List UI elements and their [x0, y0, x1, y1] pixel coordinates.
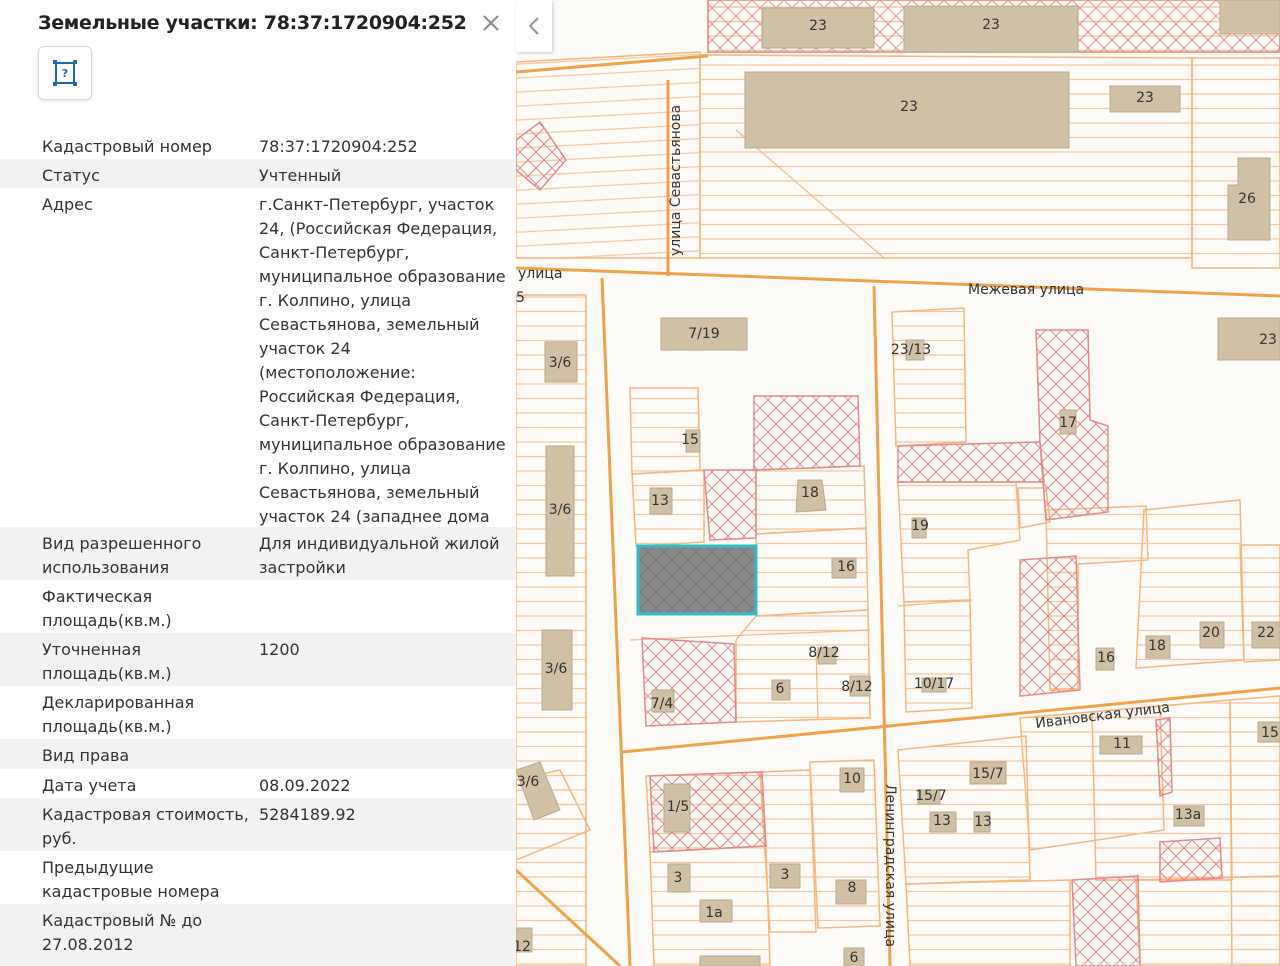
building-label: 23 [1136, 90, 1154, 106]
building-label: 16 [837, 559, 855, 575]
building-label: 17 [1059, 415, 1077, 431]
attribute-value: Учтенный [259, 166, 342, 185]
attribute-label: Статус [42, 166, 100, 185]
building-label: 10/17 [914, 676, 954, 692]
building-label: 15 [681, 432, 699, 448]
attribute-label: Адрес [42, 195, 93, 214]
attribute-value: г.Санкт-Петербург, участок 24, (Российск… [259, 195, 506, 574]
building-label: 18 [1148, 638, 1166, 654]
attribute-value: Для индивидуальной жилой застройки [259, 534, 500, 577]
building-label: 15/7 [915, 788, 946, 804]
building-label: 3 [674, 870, 683, 886]
building-label: 23/13 [891, 342, 931, 358]
chevron-left-icon [528, 17, 539, 35]
attribute-label: Фактическая площадь(кв.м.) [42, 587, 172, 630]
building-label: 7/19 [688, 326, 719, 342]
attribute-row: Вид разрешенного использования Для индив… [0, 527, 516, 580]
building-label: 16 [1097, 650, 1115, 666]
building-label: 18 [801, 485, 819, 501]
attribute-row: Предыдущие кадастровые номера [0, 851, 516, 904]
building-label: 22 [1257, 625, 1275, 641]
attribute-label: Уточненная площадь(кв.м.) [42, 640, 172, 683]
building-label: 13 [933, 813, 951, 829]
building-label: 3/6 [517, 774, 540, 790]
attribute-row: Уточненная площадь(кв.м.) 1200 [0, 633, 516, 686]
zoom-to-parcel-button[interactable]: ? [38, 46, 92, 100]
building-label: 23 [982, 17, 1000, 33]
attribute-value: 5284189.92 [259, 805, 356, 824]
attribute-label: Предыдущие кадастровые номера [42, 858, 220, 901]
panel-title: Земельные участки: 78:37:1720904:252 [38, 12, 467, 34]
building-label: 13а [1175, 807, 1201, 823]
close-icon[interactable] [478, 10, 504, 36]
building-label: 11 [1113, 736, 1131, 752]
attribute-row: Вид права [0, 739, 516, 769]
building-label: 15/7 [972, 766, 1003, 782]
attribute-row: Фактическая площадь(кв.м.) [0, 580, 516, 633]
building-label: 23 [900, 99, 918, 115]
building-label: 15 [1261, 725, 1279, 741]
building-label: 6 [850, 950, 859, 966]
building-label: 10 [843, 771, 861, 787]
attribute-label: Дата учета [42, 776, 137, 795]
building-label: 3/6 [549, 502, 572, 518]
street-label-leningradskaya: Ленинградская улица [882, 784, 898, 947]
info-panel: Земельные участки: 78:37:1720904:252 ? К… [0, 0, 516, 966]
attribute-row: Дата учета 08.09.2022 [0, 769, 516, 798]
street-label-partial-number: 5 [516, 290, 525, 306]
building-label: 8 [848, 880, 857, 896]
attribute-label: Декларированная площадь(кв.м.) [42, 693, 195, 736]
attribute-value: 1200 [259, 640, 300, 659]
attribute-row: Адрес г.Санкт-Петербург, участок 24, (Ро… [0, 188, 516, 574]
selected-parcel-hatch [640, 548, 754, 612]
building-label: 3/6 [549, 355, 572, 371]
building-label: 8/12 [808, 645, 839, 661]
building-label: 26 [1238, 191, 1256, 207]
attribute-value: 78:37:1720904:252 [259, 137, 418, 156]
question-mark-icon: ? [61, 67, 69, 80]
building-label: 1/5 [667, 799, 690, 815]
collapse-panel-button[interactable] [516, 0, 552, 52]
street-label-sevastyanova: улица Севастьянова [668, 105, 684, 256]
attribute-row: Кадастровая стоимость, руб. 5284189.92 [0, 798, 516, 851]
building-label: 6 [776, 681, 785, 697]
attribute-label: Кадастровый № до 27.08.2012 [42, 911, 203, 954]
building-label: 20 [1202, 625, 1220, 641]
building-label: 13 [651, 493, 669, 509]
building-label: 3/6 [545, 661, 568, 677]
building-label: 23 [1259, 332, 1277, 348]
attribute-row: Кадастровый номер 78:37:1720904:252 [0, 130, 516, 159]
attribute-label: Вид права [42, 746, 130, 765]
building-label: 3 [781, 867, 790, 883]
building-label: 13 [974, 814, 992, 830]
building-label: 23 [809, 18, 827, 34]
building-label: 7/4 [651, 696, 674, 712]
attribute-label: Кадастровая стоимость, руб. [42, 805, 249, 848]
building-label: 1а [705, 905, 723, 921]
attribute-label: Вид разрешенного использования [42, 534, 202, 577]
attribute-label: Кадастровый номер [42, 137, 212, 156]
attribute-row: Статус Учтенный [0, 159, 516, 188]
attribute-value: 08.09.2022 [259, 776, 351, 795]
building-label: 12 [516, 939, 531, 955]
cadastral-map[interactable]: улица Севастьянова Межевая улица Ивановс… [516, 0, 1280, 966]
building-label: 8/12 [841, 679, 872, 695]
street-label-mezhevaya: Межевая улица [968, 282, 1084, 298]
attribute-row: Кадастровый № до 27.08.2012 [0, 904, 516, 966]
attribute-row: Декларированная площадь(кв.м.) [0, 686, 516, 739]
building-label: 19 [911, 518, 929, 534]
street-label-partial: улица [518, 266, 562, 282]
